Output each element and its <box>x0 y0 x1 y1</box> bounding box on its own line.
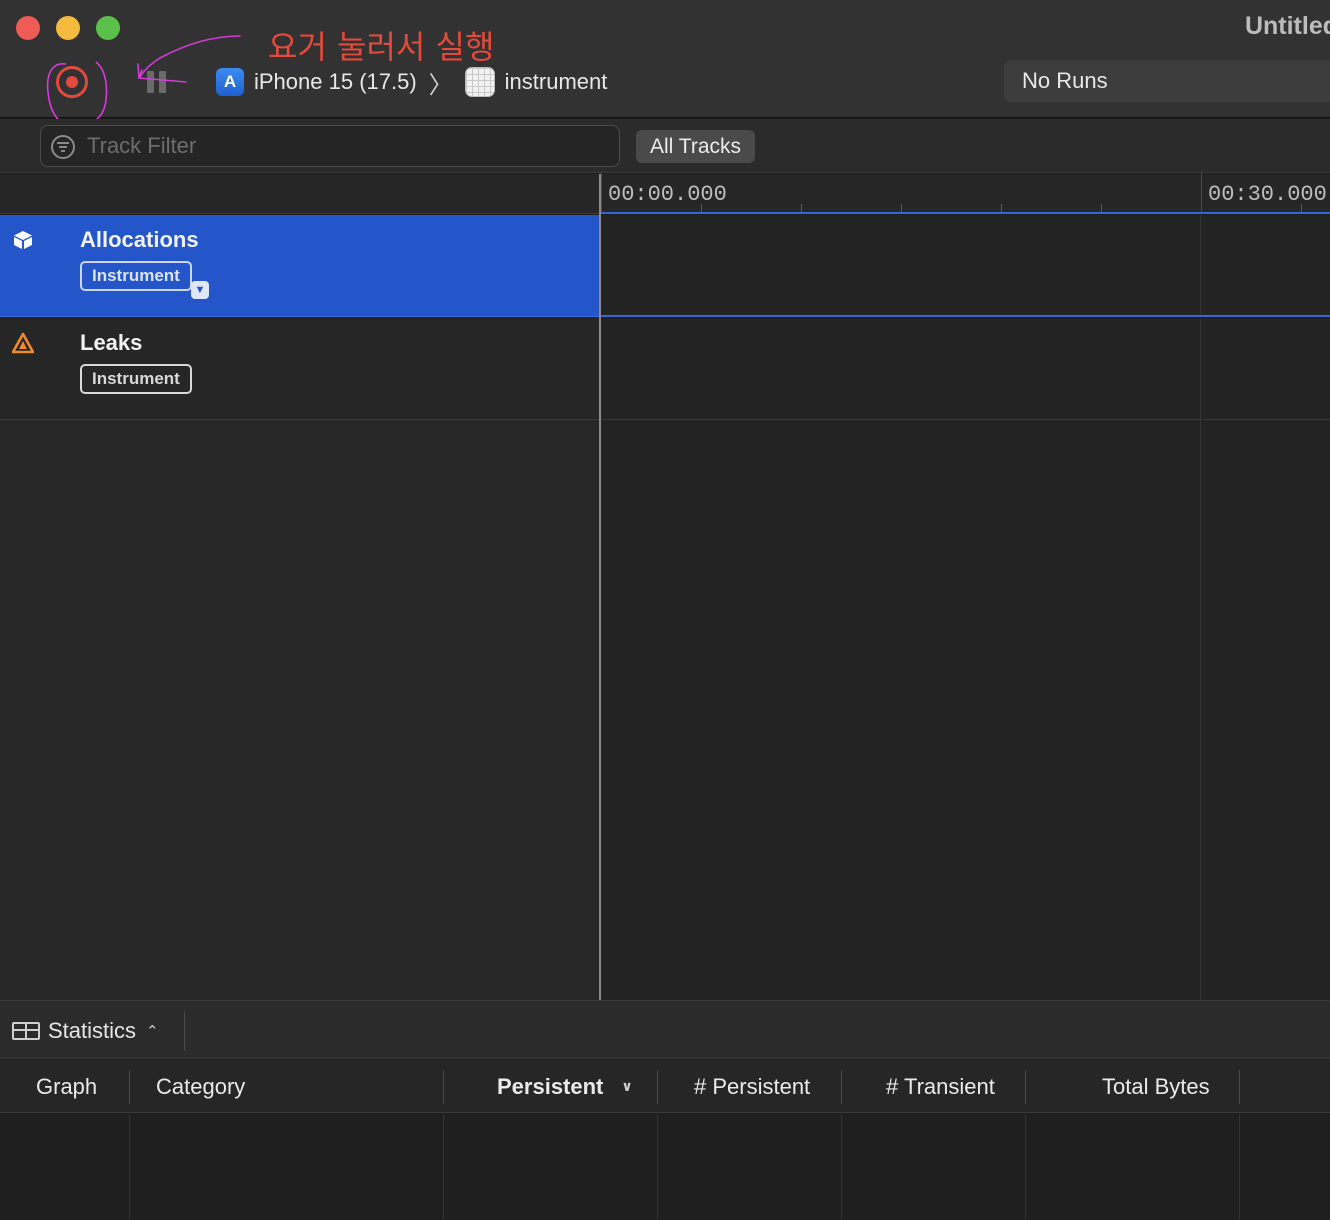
target-app-icon <box>464 67 495 97</box>
app-store-icon: A <box>216 68 244 96</box>
scheme-selector[interactable]: A iPhone 15 (17.5) 〉 instrument <box>216 66 608 99</box>
track-filter-input[interactable] <box>87 133 619 159</box>
track-type-badge[interactable]: Instrument <box>80 364 192 394</box>
annotation-text: 요거 눌러서 실행 <box>268 28 495 66</box>
column-header-total-bytes[interactable]: Total Bytes <box>1102 1060 1210 1113</box>
track-lane-allocations[interactable] <box>601 215 1330 317</box>
track-name: Allocations <box>80 227 199 252</box>
tick-label: 00:30.000 <box>1208 182 1327 207</box>
record-button[interactable] <box>56 66 88 98</box>
zoom-window-button[interactable] <box>96 16 120 40</box>
track-list-header <box>0 174 600 214</box>
track-filter-field[interactable] <box>40 125 620 167</box>
detail-navigation-bar: Statistics ⌃ <box>0 1000 1330 1059</box>
column-header-persistent-count[interactable]: # Persistent <box>694 1060 810 1113</box>
record-icon <box>66 76 78 88</box>
detail-view-label: Statistics <box>48 1018 137 1043</box>
close-window-button[interactable] <box>16 16 40 40</box>
column-header-graph[interactable]: Graph <box>36 1060 97 1113</box>
minimize-window-button[interactable] <box>56 16 80 40</box>
runs-label: No Runs <box>1022 68 1108 93</box>
sort-descending-icon: ∨ <box>621 1078 633 1094</box>
column-header-category[interactable]: Category <box>156 1060 245 1113</box>
filter-icon <box>51 135 75 159</box>
table-icon <box>12 1022 40 1040</box>
statistics-table-body[interactable] <box>0 1114 1330 1220</box>
track-type-badge[interactable]: Instrument <box>80 261 192 291</box>
track-list-empty-area <box>0 420 600 1000</box>
device-label: iPhone 15 (17.5) <box>254 69 417 94</box>
column-header-transient-count[interactable]: # Transient <box>886 1060 995 1113</box>
chevron-down-icon[interactable]: ▼ <box>191 281 209 299</box>
track-row-leaks[interactable]: Leaks Instrument <box>0 318 600 420</box>
timeline-ruler[interactable]: 00:00.000 00:30.000 <box>601 172 1330 214</box>
all-tracks-button[interactable]: All Tracks <box>636 130 756 163</box>
table-header: Graph Category Persistent ∨ # Persistent… <box>0 1060 1330 1113</box>
tick-label: 00:00.000 <box>608 182 727 207</box>
target-label: instrument <box>504 69 608 94</box>
column-header-persistent[interactable]: Persistent ∨ <box>497 1060 633 1113</box>
pause-icon <box>147 71 154 93</box>
run-selector[interactable]: No Runs <box>1004 60 1330 102</box>
chevron-right-icon: 〉 <box>428 71 453 99</box>
cube-icon <box>14 231 32 249</box>
track-row-allocations[interactable]: Allocations Instrument ▼ <box>0 215 600 317</box>
detail-view-selector[interactable]: Statistics ⌃ <box>12 1018 159 1044</box>
updown-chevron-icon: ⌃ <box>146 1023 159 1040</box>
toolbar: Untitled A iPhone 15 (17.5) 〉 instrument… <box>0 0 1330 118</box>
timeline-empty-area <box>601 420 1330 1000</box>
split-divider[interactable] <box>599 174 601 1000</box>
filter-bar: All Tracks <box>0 119 1330 173</box>
pause-button[interactable] <box>147 71 169 93</box>
track-lane-leaks[interactable] <box>601 318 1330 420</box>
warning-icon <box>12 332 34 354</box>
window-title: Untitled <box>1244 12 1330 40</box>
track-name: Leaks <box>80 330 143 355</box>
